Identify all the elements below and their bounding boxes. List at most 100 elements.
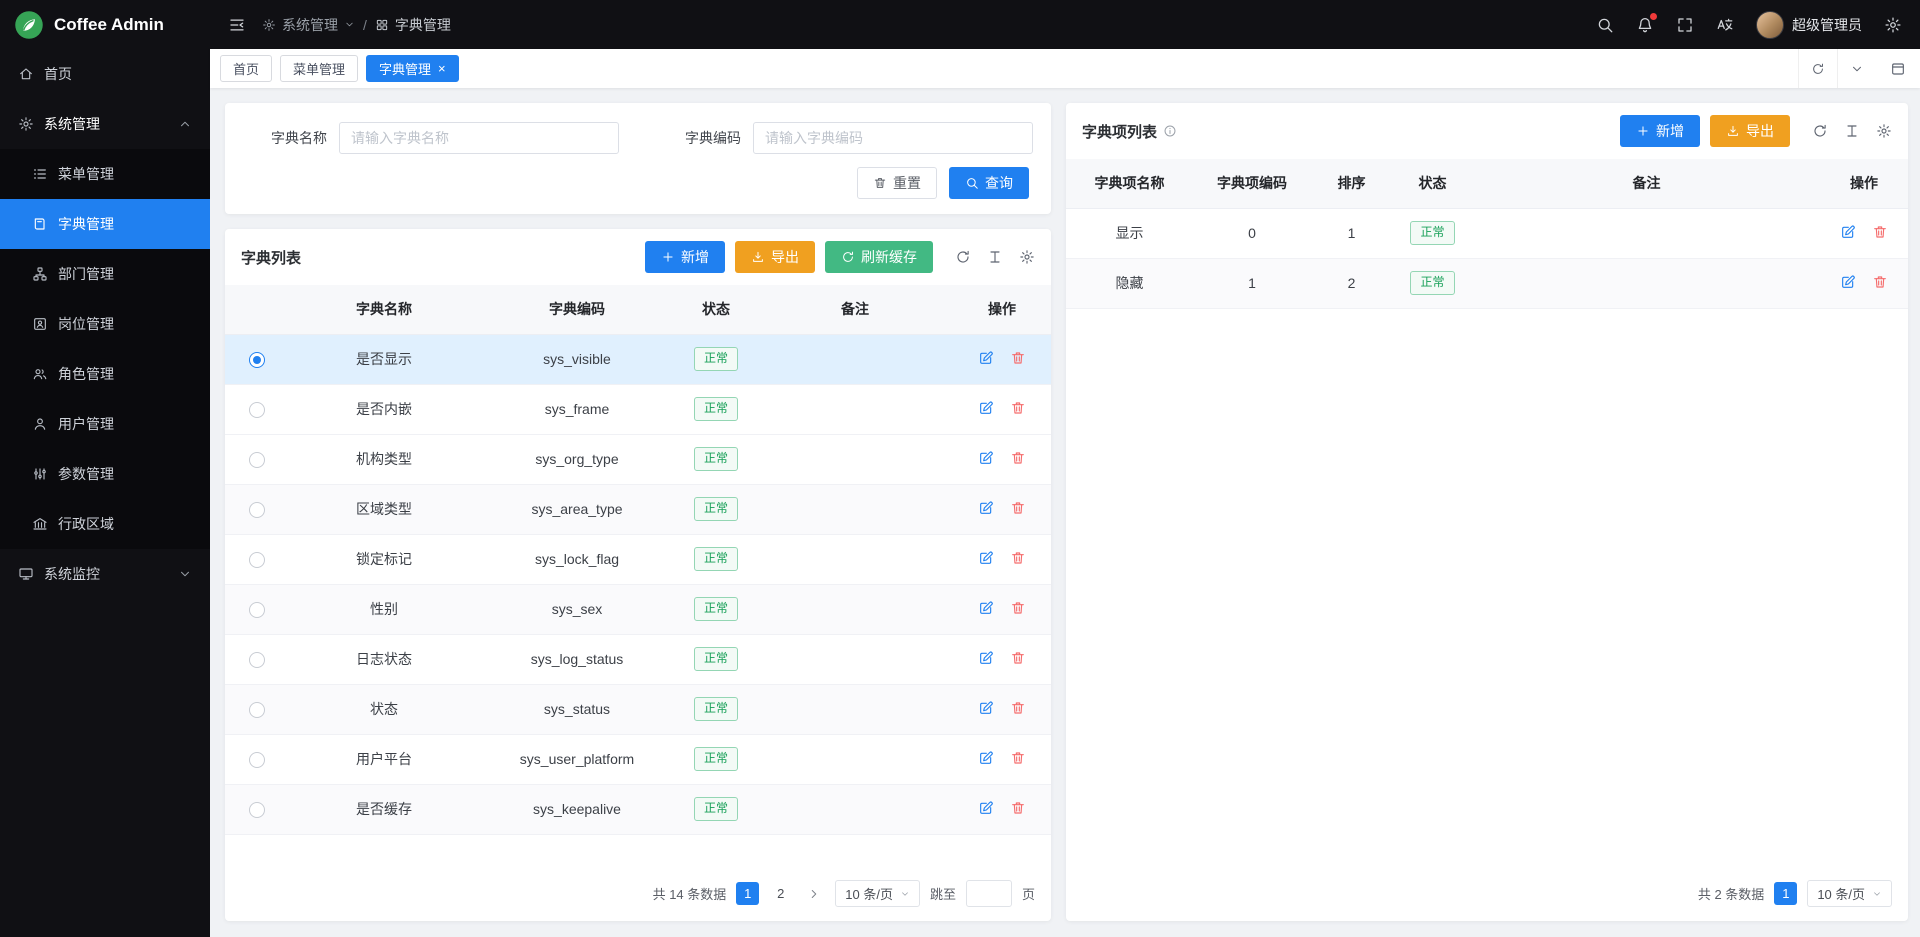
table-row[interactable]: 是否内嵌 sys_frame 正常 (225, 384, 1051, 434)
row-radio[interactable] (249, 752, 265, 768)
column-settings-gear-icon[interactable] (1876, 123, 1892, 139)
tab-dict-mgmt[interactable]: 字典管理 × (366, 55, 459, 82)
breadcrumb-item-dict[interactable]: 字典管理 (375, 15, 451, 35)
reload-table-icon[interactable] (1812, 123, 1828, 139)
refresh-page-icon[interactable] (1798, 49, 1837, 88)
sidebar-item-dept-mgmt[interactable]: 部门管理 (0, 249, 210, 299)
table-row[interactable]: 用户平台 sys_user_platform 正常 (225, 734, 1051, 784)
sidebar-item-region-mgmt[interactable]: 行政区域 (0, 499, 210, 549)
row-radio[interactable] (249, 402, 265, 418)
edit-row-icon[interactable] (978, 350, 994, 366)
tab-close-icon[interactable]: × (438, 62, 446, 75)
delete-row-icon[interactable] (1010, 400, 1026, 416)
reset-button[interactable]: 重置 (857, 167, 937, 199)
sidebar-item-menu-mgmt[interactable]: 菜单管理 (0, 149, 210, 199)
fullscreen-icon[interactable] (1676, 16, 1694, 34)
delete-row-icon[interactable] (1010, 650, 1026, 666)
dict-code-input[interactable] (753, 122, 1033, 154)
jump-page-input[interactable] (966, 880, 1012, 907)
delete-row-icon[interactable] (1010, 600, 1026, 616)
page-button-1[interactable]: 1 (1774, 882, 1797, 905)
avatar (1756, 11, 1784, 39)
reload-table-icon[interactable] (955, 249, 971, 265)
dict-name-label: 字典名称 (247, 128, 327, 148)
row-radio[interactable] (249, 552, 265, 568)
table-row[interactable]: 是否缓存 sys_keepalive 正常 (225, 784, 1051, 834)
delete-row-icon[interactable] (1872, 224, 1888, 240)
sidebar-item-role-mgmt[interactable]: 角色管理 (0, 349, 210, 399)
row-radio[interactable] (249, 802, 265, 818)
refresh-cache-button[interactable]: 刷新缓存 (825, 241, 933, 273)
translate-icon[interactable] (1716, 16, 1734, 34)
query-button[interactable]: 查询 (949, 167, 1029, 199)
delete-row-icon[interactable] (1010, 500, 1026, 516)
next-page-icon[interactable] (802, 882, 825, 905)
sidebar-item-dict-mgmt[interactable]: 字典管理 (0, 199, 210, 249)
edit-row-icon[interactable] (978, 450, 994, 466)
delete-row-icon[interactable] (1010, 800, 1026, 816)
tab-home[interactable]: 首页 (220, 55, 272, 82)
table-row[interactable]: 锁定标记 sys_lock_flag 正常 (225, 534, 1051, 584)
menu-fold-icon[interactable] (228, 16, 246, 34)
page-size-select[interactable]: 10 条/页 (1807, 880, 1892, 907)
edit-row-icon[interactable] (978, 600, 994, 616)
table-row[interactable]: 机构类型 sys_org_type 正常 (225, 434, 1051, 484)
breadcrumb-item-system[interactable]: 系统管理 (262, 15, 355, 35)
row-radio[interactable] (249, 702, 265, 718)
layout-window-icon[interactable] (1890, 61, 1910, 77)
column-settings-gear-icon[interactable] (1019, 249, 1035, 265)
density-icon[interactable] (987, 249, 1003, 265)
table-row[interactable]: 状态 sys_status 正常 (225, 684, 1051, 734)
export-dict-button[interactable]: 导出 (735, 241, 815, 273)
row-radio[interactable] (249, 652, 265, 668)
sidebar-item-system-mgmt[interactable]: 系统管理 (0, 99, 210, 149)
row-radio[interactable] (249, 502, 265, 518)
edit-row-icon[interactable] (978, 650, 994, 666)
user-menu[interactable]: 超级管理员 (1756, 11, 1862, 39)
logo[interactable]: Coffee Admin (0, 0, 210, 49)
info-icon[interactable] (1163, 124, 1177, 138)
edit-row-icon[interactable] (978, 800, 994, 816)
sidebar-item-system-monitor[interactable]: 系统监控 (0, 549, 210, 599)
delete-row-icon[interactable] (1010, 750, 1026, 766)
row-radio[interactable] (249, 352, 265, 368)
sidebar-item-user-mgmt[interactable]: 用户管理 (0, 399, 210, 449)
tab-menu-mgmt[interactable]: 菜单管理 (280, 55, 358, 82)
edit-row-icon[interactable] (978, 550, 994, 566)
add-dict-button[interactable]: 新增 (645, 241, 725, 273)
sidebar-item-param-mgmt[interactable]: 参数管理 (0, 449, 210, 499)
edit-row-icon[interactable] (1840, 224, 1856, 240)
page-button-1[interactable]: 1 (736, 882, 759, 905)
edit-row-icon[interactable] (1840, 274, 1856, 290)
row-radio[interactable] (249, 602, 265, 618)
delete-row-icon[interactable] (1010, 700, 1026, 716)
delete-row-icon[interactable] (1010, 350, 1026, 366)
tab-options-chevron-icon[interactable] (1837, 49, 1876, 88)
table-row[interactable]: 日志状态 sys_log_status 正常 (225, 634, 1051, 684)
page-button-2[interactable]: 2 (769, 882, 792, 905)
search-icon[interactable] (1596, 16, 1614, 34)
delete-row-icon[interactable] (1872, 274, 1888, 290)
settings-gear-icon[interactable] (1884, 16, 1902, 34)
edit-row-icon[interactable] (978, 750, 994, 766)
table-row[interactable]: 性别 sys_sex 正常 (225, 584, 1051, 634)
table-row[interactable]: 显示 0 1 正常 (1066, 208, 1908, 258)
row-radio[interactable] (249, 452, 265, 468)
edit-row-icon[interactable] (978, 700, 994, 716)
table-row[interactable]: 区域类型 sys_area_type 正常 (225, 484, 1051, 534)
edit-row-icon[interactable] (978, 400, 994, 416)
delete-row-icon[interactable] (1010, 550, 1026, 566)
sidebar-item-post-mgmt[interactable]: 岗位管理 (0, 299, 210, 349)
dict-name-input[interactable] (339, 122, 619, 154)
table-row[interactable]: 是否显示 sys_visible 正常 (225, 334, 1051, 384)
table-row[interactable]: 隐藏 1 2 正常 (1066, 258, 1908, 308)
sidebar-item-home[interactable]: 首页 (0, 49, 210, 99)
notification-bell-icon[interactable] (1636, 16, 1654, 34)
status-badge: 正常 (1410, 221, 1454, 245)
add-item-button[interactable]: 新增 (1620, 115, 1700, 147)
export-item-button[interactable]: 导出 (1710, 115, 1790, 147)
page-size-select[interactable]: 10 条/页 (835, 880, 920, 907)
edit-row-icon[interactable] (978, 500, 994, 516)
delete-row-icon[interactable] (1010, 450, 1026, 466)
density-icon[interactable] (1844, 123, 1860, 139)
